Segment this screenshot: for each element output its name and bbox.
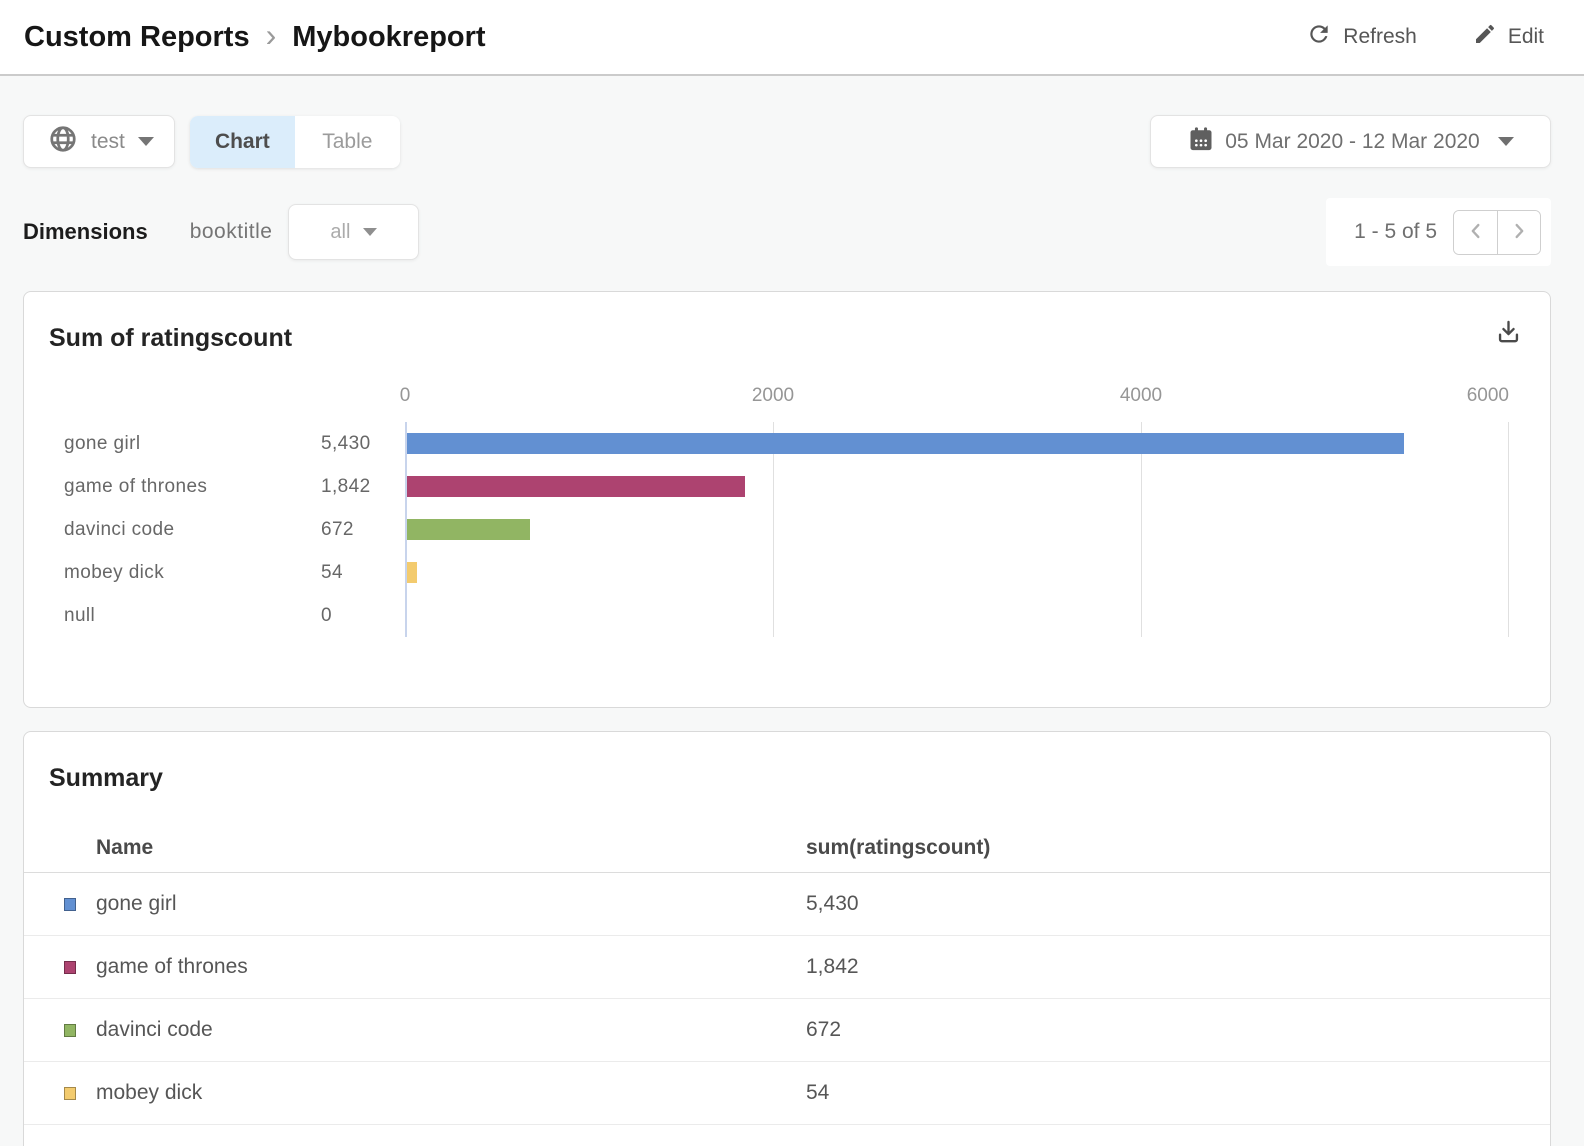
refresh-icon — [1306, 21, 1332, 53]
category-label: null — [64, 594, 321, 637]
table-row: mobey dick 54 — [24, 1062, 1550, 1125]
table-cell-name: game of thrones — [24, 955, 806, 979]
edit-label: Edit — [1508, 25, 1544, 49]
tab-chart[interactable]: Chart — [190, 116, 295, 168]
x-tick-label: 2000 — [752, 385, 794, 407]
series-color-swatch — [64, 1087, 76, 1100]
bar[interactable] — [407, 476, 745, 497]
edit-button[interactable]: Edit — [1473, 22, 1544, 52]
breadcrumb-custom-reports[interactable]: Custom Reports — [24, 21, 250, 54]
chart-title: Sum of ratingscount — [49, 324, 1550, 353]
table-cell-value: 54 — [806, 1081, 1550, 1105]
plot-area-wrap: gone girlgame of thronesdavinci codemobe… — [64, 422, 1509, 637]
refresh-label: Refresh — [1343, 25, 1417, 49]
category-value-label: 0 — [321, 594, 405, 637]
category-value-label: 1,842 — [321, 465, 405, 508]
gridline — [1141, 422, 1142, 637]
category-value-label: 672 — [321, 508, 405, 551]
bar-chart: 0 2000 4000 6000 gone girlgame of thronesda… — [24, 385, 1550, 637]
table-row: gone girl 5,430 — [24, 873, 1550, 936]
category-label: mobey dick — [64, 551, 321, 594]
series-color-swatch — [64, 898, 76, 911]
summary-table-header: Name sum(ratingscount) — [24, 823, 1550, 873]
category-label: davinci code — [64, 508, 321, 551]
series-color-swatch — [64, 961, 76, 974]
dimensions-row: Dimensions booktitle all 1 - 5 of 5 — [23, 198, 1551, 266]
report-content: test Chart Table 05 Mar 2020 - 12 Mar 20… — [0, 115, 1584, 1146]
globe-icon — [48, 124, 78, 160]
header-actions: Refresh Edit — [1306, 21, 1544, 53]
dimension-filter-value: all — [330, 221, 350, 244]
bar[interactable] — [407, 519, 530, 540]
table-row: davinci code 672 — [24, 999, 1550, 1062]
category-value-label: 5,430 — [321, 422, 405, 465]
series-name: mobey dick — [96, 1081, 202, 1105]
pagination-range-text: 1 - 5 of 5 — [1354, 220, 1437, 244]
x-tick-label: 6000 — [1467, 385, 1509, 407]
x-axis: 0 2000 4000 6000 — [64, 385, 1509, 407]
summary-title: Summary — [49, 764, 1550, 793]
view-tabs: Chart Table — [190, 116, 400, 168]
pagination-prev-button[interactable] — [1454, 211, 1497, 254]
x-tick-label: 0 — [400, 385, 411, 407]
toolbar-row: test Chart Table 05 Mar 2020 - 12 Mar 20… — [23, 115, 1551, 168]
category-label: gone girl — [64, 422, 321, 465]
date-range-label: 05 Mar 2020 - 12 Mar 2020 — [1225, 130, 1479, 154]
summary-table-body: gone girl 5,430 game of thrones 1,842 davinc… — [24, 873, 1550, 1125]
caret-down-icon — [138, 137, 154, 146]
category-value-label: 54 — [321, 551, 405, 594]
caret-down-icon — [363, 228, 377, 236]
x-axis-ticks: 0200040006000 — [405, 385, 1509, 407]
value-labels: 5,4301,842672540 — [321, 422, 405, 637]
pagination: 1 - 5 of 5 — [1326, 198, 1551, 266]
x-tick-label: 4000 — [1120, 385, 1162, 407]
caret-down-icon — [1498, 137, 1514, 146]
dimension-filter-dropdown[interactable]: all — [288, 204, 419, 260]
table-cell-name: gone girl — [24, 892, 806, 916]
gridline — [773, 422, 774, 637]
category-label: game of thrones — [64, 465, 321, 508]
table-cell-name: davinci code — [24, 1018, 806, 1042]
scope-dropdown[interactable]: test — [23, 115, 175, 168]
table-cell-value: 672 — [806, 1018, 1550, 1042]
category-labels: gone girlgame of thronesdavinci codemobe… — [64, 422, 321, 637]
column-header-sum: sum(ratingscount) — [806, 836, 1550, 860]
bar[interactable] — [407, 433, 1404, 454]
plot-area — [405, 422, 1509, 637]
gridline — [1508, 422, 1509, 637]
dimensions-label: Dimensions — [23, 219, 148, 245]
bar[interactable] — [407, 562, 417, 583]
download-icon — [1495, 333, 1522, 348]
column-header-name: Name — [24, 836, 806, 860]
chart-card: Sum of ratingscount 0 2000 4000 6000 gone g… — [23, 291, 1551, 708]
refresh-button[interactable]: Refresh — [1306, 21, 1417, 53]
pagination-buttons — [1453, 210, 1541, 255]
pencil-icon — [1473, 22, 1497, 52]
calendar-icon — [1187, 125, 1215, 159]
chevron-right-icon — [1508, 220, 1530, 245]
page-header: Custom Reports › Mybookreport Refresh Ed… — [0, 0, 1584, 76]
dimension-field-booktitle: booktitle — [190, 220, 273, 244]
table-cell-value: 5,430 — [806, 892, 1550, 916]
breadcrumb: Custom Reports › Mybookreport — [24, 19, 486, 56]
table-cell-name: mobey dick — [24, 1081, 806, 1105]
chevron-right-icon: › — [266, 17, 277, 54]
tab-table[interactable]: Table — [295, 116, 400, 168]
series-name: davinci code — [96, 1018, 213, 1042]
table-cell-value: 1,842 — [806, 955, 1550, 979]
summary-card: Summary Name sum(ratingscount) gone girl… — [23, 731, 1551, 1146]
series-name: gone girl — [96, 892, 177, 916]
download-button[interactable] — [1495, 318, 1522, 348]
series-color-swatch — [64, 1024, 76, 1037]
scope-label: test — [91, 130, 125, 154]
breadcrumb-current-report: Mybookreport — [292, 21, 485, 54]
pagination-next-button[interactable] — [1497, 211, 1540, 254]
table-row: game of thrones 1,842 — [24, 936, 1550, 999]
chevron-left-icon — [1465, 220, 1487, 245]
date-range-picker[interactable]: 05 Mar 2020 - 12 Mar 2020 — [1150, 115, 1551, 168]
series-name: game of thrones — [96, 955, 248, 979]
